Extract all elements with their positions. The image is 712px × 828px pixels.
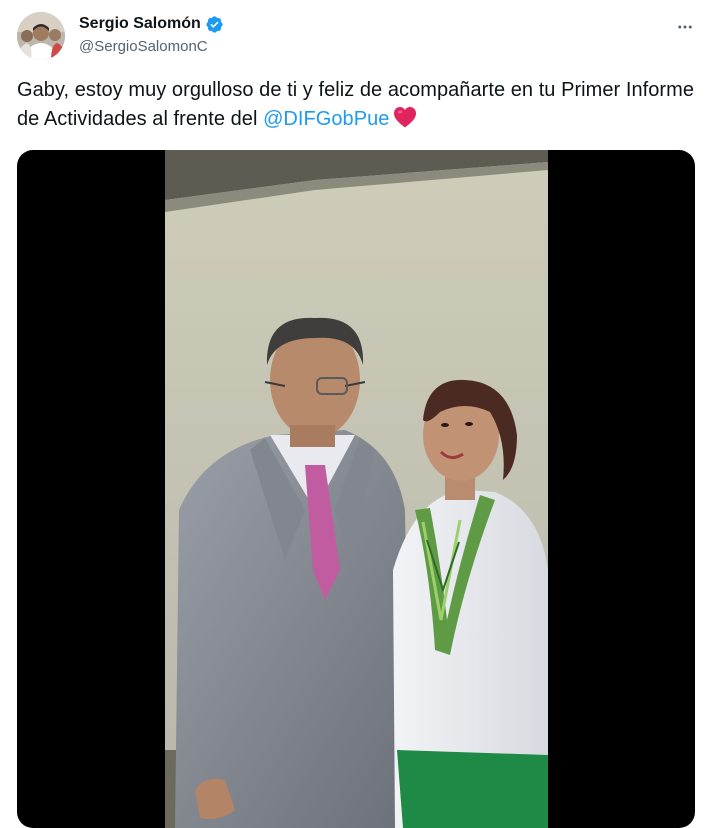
author-info: Sergio Salomón @SergioSalomonC xyxy=(79,14,224,57)
red-heart-icon xyxy=(393,106,417,128)
author-handle[interactable]: @SergioSalomonC xyxy=(79,37,224,57)
video-player[interactable] xyxy=(17,150,695,828)
mention-link[interactable]: @DIFGobPue xyxy=(263,108,389,130)
author-display-name[interactable]: Sergio Salomón xyxy=(79,14,201,34)
avatar[interactable] xyxy=(17,12,65,60)
tweet-header: Sergio Salomón @SergioSalomonC xyxy=(17,12,698,64)
tweet-text: Gaby, estoy muy orgulloso de ti y feliz … xyxy=(17,76,697,134)
more-options-icon[interactable] xyxy=(672,14,698,40)
video-frame xyxy=(165,150,548,828)
verified-badge-icon[interactable] xyxy=(205,15,224,34)
video-still xyxy=(165,150,548,828)
avatar-photo xyxy=(17,12,65,60)
